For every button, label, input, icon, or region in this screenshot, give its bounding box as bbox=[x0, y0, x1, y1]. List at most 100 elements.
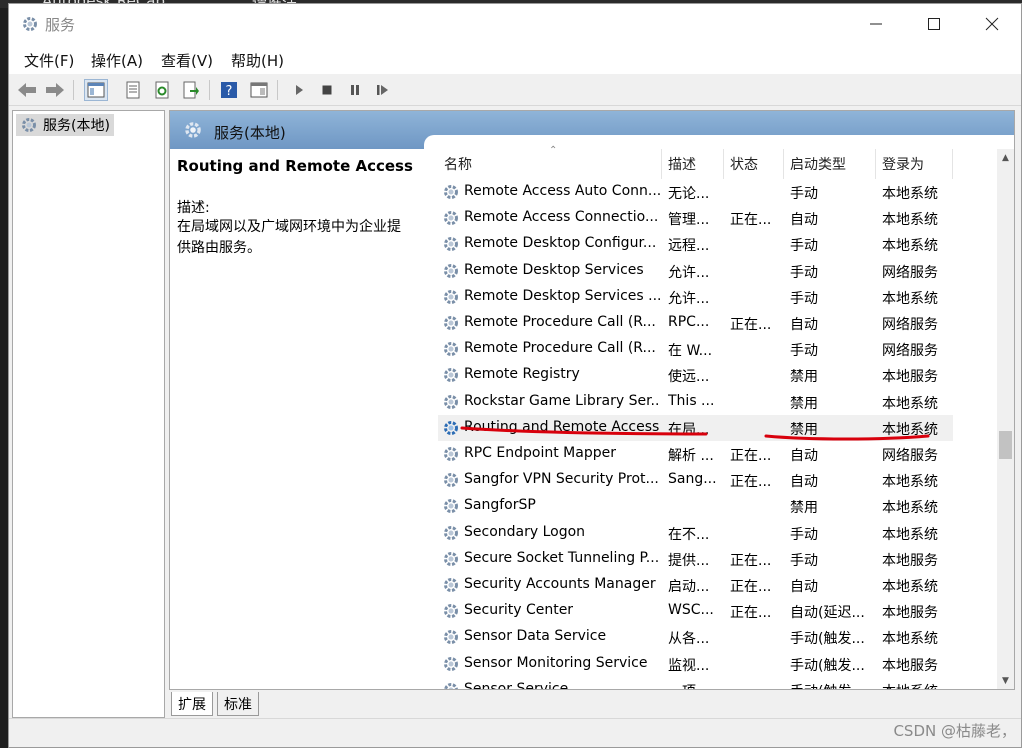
table-row[interactable]: Remote Desktop Services ... 允许... 手动 本地系统 bbox=[438, 284, 953, 310]
service-logon-cell: 本地系统 bbox=[882, 474, 938, 491]
menu-action[interactable]: 操作(A) bbox=[91, 50, 143, 71]
service-desc-cell: 允许... bbox=[668, 290, 710, 307]
service-gear-icon bbox=[442, 235, 460, 257]
table-row[interactable]: Secure Socket Tunneling P... 提供... 正在... 手动… bbox=[438, 546, 953, 572]
table-row[interactable]: Routing and Remote Access 在局... 禁用 本地系统 bbox=[438, 414, 953, 441]
export-list-button[interactable] bbox=[179, 79, 203, 101]
service-name-cell: Remote Desktop Services ... bbox=[464, 287, 660, 304]
service-desc-cell: 提供... bbox=[668, 552, 710, 569]
restart-service-button[interactable] bbox=[371, 79, 395, 101]
service-gear-icon bbox=[442, 314, 460, 336]
service-desc-cell: 无论... bbox=[668, 186, 710, 202]
column-header-desc[interactable]: 描述 bbox=[662, 149, 724, 179]
service-startup-cell: 禁用 bbox=[790, 500, 818, 517]
tree-item-services-local[interactable]: 服务(本地) bbox=[16, 114, 114, 136]
table-row[interactable]: Sangfor VPN Security Prot... Sang... 正在...… bbox=[438, 467, 953, 493]
vertical-scrollbar[interactable]: ▲ ▼ bbox=[997, 149, 1014, 689]
service-startup-cell: 手动 bbox=[790, 526, 818, 543]
table-row[interactable]: Sensor Monitoring Service 监视... 手动(触发... 本地… bbox=[438, 651, 953, 677]
description-text-line2: 供路由服务。 bbox=[177, 240, 261, 256]
menu-help[interactable]: 帮助(H) bbox=[231, 50, 284, 71]
service-status-cell: 正在... bbox=[730, 317, 772, 333]
description-panel: Routing and Remote Access 描述: 在局域网以及广域网环… bbox=[177, 157, 429, 259]
forward-button[interactable] bbox=[43, 79, 67, 101]
service-logon-cell: 本地系统 bbox=[882, 186, 938, 202]
service-desc-cell: 解析 ... bbox=[668, 448, 714, 464]
stop-service-button[interactable] bbox=[315, 79, 339, 101]
service-name-cell: Remote Desktop Services bbox=[464, 261, 644, 278]
help-button[interactable]: ? bbox=[217, 79, 241, 101]
service-logon-cell: 本地系统 bbox=[882, 681, 952, 689]
toolbar: ? bbox=[9, 74, 1021, 106]
service-desc-cell: 启动... bbox=[668, 579, 710, 595]
service-gear-icon bbox=[442, 209, 460, 231]
maximize-button[interactable] bbox=[905, 4, 963, 44]
service-startup-cell: 自动 bbox=[790, 448, 818, 464]
window-title: 服务 bbox=[45, 16, 76, 34]
tab-standard[interactable]: 标准 bbox=[217, 692, 259, 716]
table-row[interactable]: Remote Registry 使远... 禁用 本地服务 bbox=[438, 362, 953, 388]
show-hide-pane-button[interactable] bbox=[247, 79, 271, 101]
minimize-button[interactable] bbox=[847, 4, 905, 44]
back-button[interactable] bbox=[15, 79, 39, 101]
service-desc-cell: 管理... bbox=[668, 212, 710, 229]
pause-icon bbox=[351, 85, 359, 95]
start-service-button[interactable] bbox=[287, 79, 311, 101]
table-row[interactable]: Remote Access Auto Conn... 无论... 手动 本地系统 bbox=[438, 179, 953, 205]
tab-extended[interactable]: 扩展 bbox=[171, 692, 213, 716]
properties-button[interactable] bbox=[121, 79, 145, 101]
sort-ascending-icon: ⌃ bbox=[549, 145, 558, 156]
service-logon-cell: 本地系统 bbox=[882, 526, 938, 543]
service-name-cell: Remote Procedure Call (R... bbox=[464, 314, 656, 330]
services-pane: 服务(本地) Routing and Remote Access 描述: 在局域… bbox=[169, 110, 1015, 690]
service-startup-cell: 禁用 bbox=[790, 395, 818, 412]
table-row[interactable]: Remote Access Connectio... 管理... 正在... 自动 本地… bbox=[438, 205, 953, 231]
console-tree-button[interactable] bbox=[84, 79, 108, 101]
table-row[interactable]: Security Center WSC... 正在... 自动(延迟... 本地服务 bbox=[438, 598, 953, 624]
column-header-startup[interactable]: 启动类型 bbox=[784, 149, 876, 179]
menu-view[interactable]: 查看(V) bbox=[161, 50, 213, 71]
close-icon bbox=[985, 17, 999, 31]
column-header-status[interactable]: 状态 bbox=[724, 149, 784, 179]
service-gear-icon bbox=[442, 576, 460, 598]
column-header-name[interactable]: 名称 ⌃ bbox=[438, 145, 662, 179]
table-row[interactable]: Sensor Service 一项... 手动(触发... 本地系统 bbox=[438, 677, 953, 690]
table-row[interactable]: Security Accounts Manager 启动... 正在... 自动 本地系… bbox=[438, 572, 953, 598]
close-button[interactable] bbox=[963, 4, 1021, 44]
service-logon-cell: 本地服务 bbox=[882, 605, 938, 622]
table-row[interactable]: Remote Procedure Call (R... RPC... 正在... 自动… bbox=[438, 310, 953, 336]
table-row[interactable]: SangforSP 禁用 本地系统 bbox=[438, 493, 953, 519]
service-gear-icon bbox=[442, 655, 460, 677]
table-row[interactable]: Secondary Logon 在不... 手动 本地系统 bbox=[438, 520, 953, 546]
pause-service-button[interactable] bbox=[343, 79, 367, 101]
table-row[interactable]: Sensor Data Service 从各... 手动(触发... 本地系统 bbox=[438, 624, 953, 650]
svg-text:?: ? bbox=[226, 84, 233, 99]
table-row[interactable]: Remote Desktop Services 允许... 手动 网络服务 bbox=[438, 258, 953, 284]
table-row[interactable]: Remote Procedure Call (R... 在 W... 手动 网络服务 bbox=[438, 336, 953, 362]
service-logon-cell: 本地服务 bbox=[882, 552, 938, 569]
scroll-up-icon[interactable]: ▲ bbox=[997, 149, 1014, 166]
column-header-logon[interactable]: 登录为 bbox=[876, 149, 953, 179]
service-logon-cell: 本地服务 bbox=[882, 369, 938, 386]
title-bar[interactable]: 服务 bbox=[9, 4, 1021, 44]
refresh-button[interactable] bbox=[150, 79, 174, 101]
service-logon-cell: 网络服务 bbox=[882, 343, 938, 360]
table-row[interactable]: RPC Endpoint Mapper 解析 ... 正在... 自动 网络服务 bbox=[438, 441, 953, 467]
service-desc-cell: 一项... bbox=[668, 681, 726, 689]
service-logon-cell: 网络服务 bbox=[882, 448, 938, 464]
service-desc-cell: WSC... bbox=[668, 602, 714, 619]
services-app-icon bbox=[21, 15, 39, 33]
table-row[interactable]: Remote Desktop Configur... 远程... 手动 本地系统 bbox=[438, 231, 953, 257]
service-startup-cell: 手动 bbox=[790, 186, 818, 202]
play-icon bbox=[296, 85, 303, 95]
service-name-cell: Sensor Service bbox=[464, 680, 569, 690]
service-desc-cell: 使远... bbox=[668, 369, 710, 386]
table-row[interactable]: Rockstar Game Library Ser... This ... 禁用 本地… bbox=[438, 389, 953, 415]
service-startup-cell: 自动 bbox=[790, 317, 818, 333]
service-name-cell: RPC Endpoint Mapper bbox=[464, 445, 616, 461]
menu-file[interactable]: 文件(F) bbox=[24, 50, 74, 71]
show-hide-pane-icon bbox=[250, 82, 268, 98]
scrollbar-thumb[interactable] bbox=[999, 431, 1012, 459]
scroll-down-icon[interactable]: ▼ bbox=[997, 672, 1014, 689]
service-name-cell: Sangfor VPN Security Prot... bbox=[464, 471, 659, 488]
